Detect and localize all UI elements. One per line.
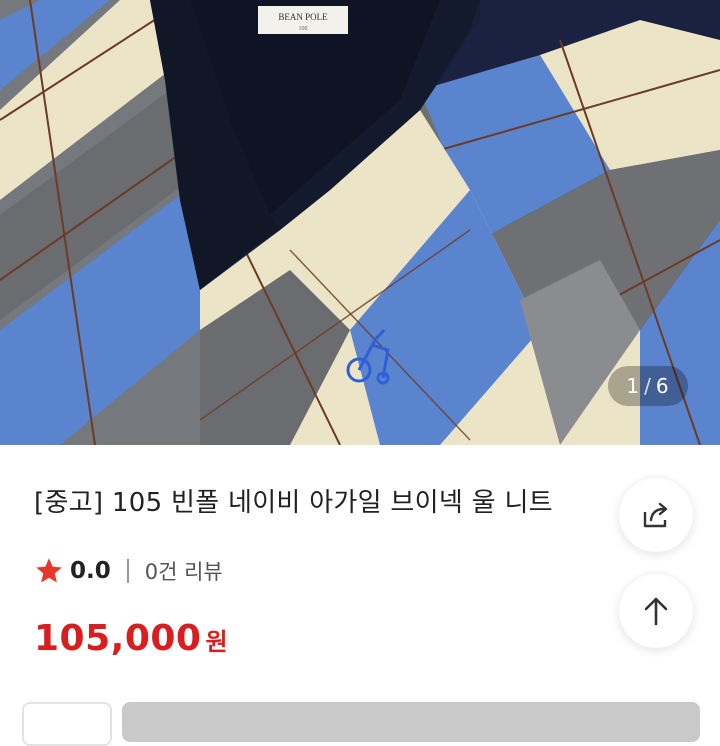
share-button[interactable] <box>619 478 693 552</box>
svg-text:100: 100 <box>299 26 308 32</box>
buy-button[interactable] <box>122 702 700 742</box>
review-count-link[interactable]: 0건 리뷰 <box>145 556 223 586</box>
image-counter-separator: / <box>644 374 652 398</box>
wishlist-button[interactable] <box>22 702 112 746</box>
price-amount: 105,000 <box>34 618 202 659</box>
price-currency: 원 <box>205 628 228 656</box>
price: 105,000 원 <box>34 618 228 659</box>
product-image[interactable]: BEAN POLE 100 1 / 6 <box>0 0 720 445</box>
image-counter-current: 1 <box>626 374 641 398</box>
star-icon <box>36 558 62 583</box>
product-title: [중고] 105 빈폴 네이비 아가일 브이넥 울 니트 <box>34 488 553 518</box>
rating-score: 0.0 <box>70 558 111 584</box>
rating-row: 0.0 0건 리뷰 <box>34 554 223 588</box>
brand-label: BEAN POLE <box>278 12 328 22</box>
image-counter: 1 / 6 <box>608 366 688 406</box>
arrow-up-icon <box>644 597 668 626</box>
share-icon <box>643 502 668 528</box>
rating-divider <box>126 559 129 583</box>
scroll-top-button[interactable] <box>619 574 693 648</box>
image-counter-total: 6 <box>655 374 670 398</box>
